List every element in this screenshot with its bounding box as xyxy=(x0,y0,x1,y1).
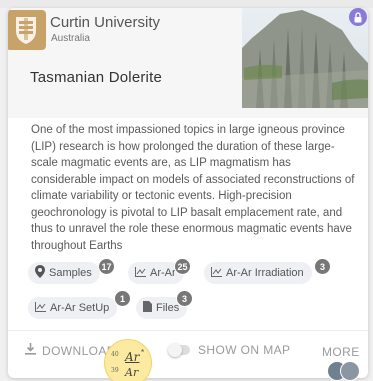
chip-ar-ar-setup-count: 1 xyxy=(114,290,131,307)
chip-ar-ar-setup[interactable]: Ar-Ar SetUp xyxy=(28,297,118,319)
chip-ar-ar-setup-label: Ar-Ar SetUp xyxy=(50,302,110,314)
map-pin-icon xyxy=(35,265,45,281)
chip-samples-count: 17 xyxy=(98,258,115,275)
organization-country: Australia xyxy=(51,33,90,44)
project-title[interactable]: Tasmanian Dolerite xyxy=(30,69,162,86)
chip-ar-ar-irradiation-count: 3 xyxy=(314,258,331,275)
card-header: Curtin University Australia Tasmanian Do… xyxy=(8,8,368,118)
download-icon xyxy=(25,343,36,358)
badge-star: * xyxy=(141,348,145,357)
organization-name[interactable]: Curtin University xyxy=(50,14,160,31)
chip-samples-label: Samples xyxy=(49,267,92,279)
show-on-map-toggle[interactable] xyxy=(168,343,190,357)
chip-samples[interactable]: Samples xyxy=(28,262,100,284)
chip-ar-ar-label: Ar-Ar xyxy=(150,267,176,279)
download-button[interactable]: DOWNLOAD xyxy=(25,343,116,358)
project-photo xyxy=(242,8,368,108)
ar-ar-method-badge[interactable]: 40 Ar * 39 Ar xyxy=(104,339,152,381)
badge-mass-bottom: 39 xyxy=(111,367,119,374)
contributor-avatars[interactable] xyxy=(327,361,373,381)
footer-divider xyxy=(8,330,368,331)
chart-icon xyxy=(135,266,146,280)
university-logo-icon xyxy=(8,10,46,50)
badge-mass-top: 40 xyxy=(111,351,119,358)
backdrop xyxy=(0,0,373,8)
project-abstract: One of the most impassioned topics in la… xyxy=(31,124,355,252)
file-icon xyxy=(143,301,152,315)
lock-icon[interactable] xyxy=(349,8,367,26)
chart-icon xyxy=(35,301,46,315)
more-button[interactable]: MORE xyxy=(322,345,360,359)
chip-ar-ar-irradiation[interactable]: Ar-Ar Irradiation xyxy=(204,262,312,284)
chart-icon xyxy=(211,266,222,280)
show-on-map-label[interactable]: SHOW ON MAP xyxy=(198,343,290,357)
chip-ar-ar-irradiation-label: Ar-Ar Irradiation xyxy=(226,267,304,279)
project-card[interactable]: Curtin University Australia Tasmanian Do… xyxy=(8,8,368,378)
chip-files-count: 3 xyxy=(176,290,193,307)
badge-top-element: Ar xyxy=(125,350,140,364)
chip-files-label: Files xyxy=(156,302,180,314)
avatar[interactable] xyxy=(340,361,360,381)
chip-ar-ar-count: 25 xyxy=(174,258,191,275)
toggle-knob xyxy=(168,343,182,357)
badge-bottom-element: Ar xyxy=(125,366,139,379)
